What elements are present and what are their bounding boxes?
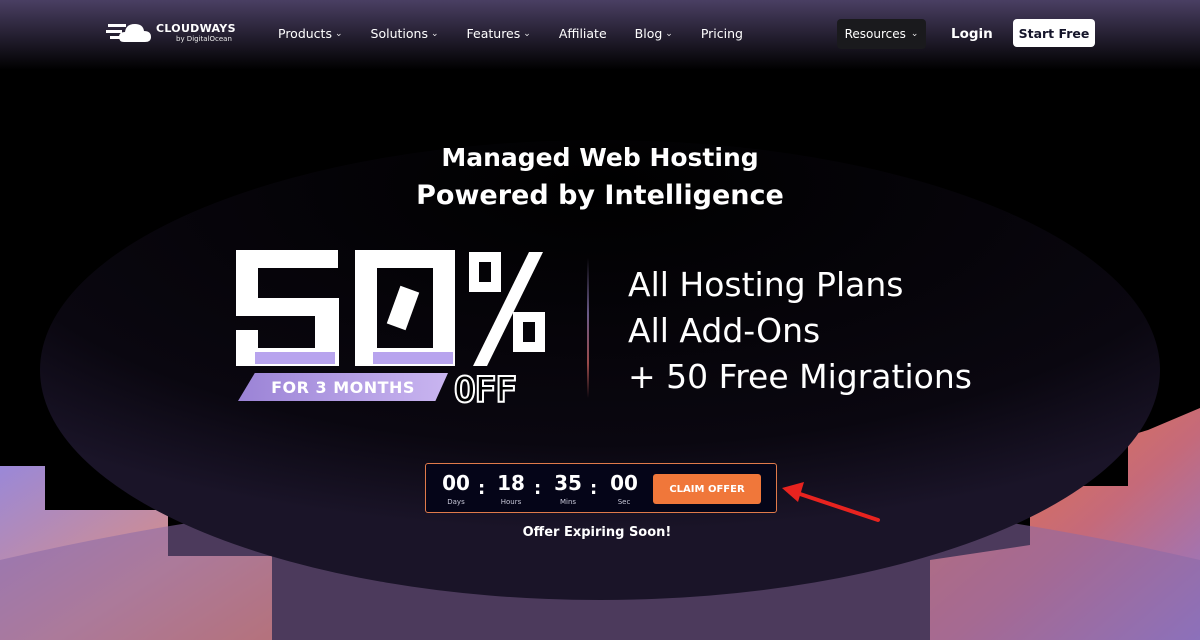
resources-label: Resources — [844, 27, 906, 41]
countdown-separator: : — [534, 478, 542, 499]
claim-offer-button[interactable]: CLAIM OFFER — [653, 474, 761, 504]
countdown-hours: 18 Hours — [497, 471, 525, 506]
hero-divider — [587, 258, 589, 398]
feature-item: All Add-Ons — [628, 311, 821, 350]
countdown-mins: 35 Mins — [554, 471, 582, 506]
months-badge: FOR 3 MONTHS — [238, 373, 448, 401]
nav-item-products[interactable]: Products ⌄ — [278, 26, 343, 41]
headline-line-1: Managed Web Hosting — [441, 143, 759, 172]
nav-item-pricing[interactable]: Pricing — [701, 26, 743, 41]
brand-name: CLOUDWAYS — [156, 22, 236, 35]
cloudways-logo[interactable]: CLOUDWAYS by DigitalOcean — [106, 20, 236, 46]
nav-item-blog[interactable]: Blog ⌄ — [635, 26, 673, 41]
chevron-down-icon: ⌄ — [910, 29, 919, 39]
headline-line-2: Powered by Intelligence — [416, 180, 784, 211]
feature-item: All Hosting Plans — [628, 265, 904, 304]
feature-list: All Hosting Plans All Add-Ons + 50 Free … — [628, 262, 972, 400]
countdown-separator: : — [478, 478, 486, 499]
login-link[interactable]: Login — [951, 26, 993, 42]
countdown-days: 00 Days — [442, 471, 470, 506]
chevron-down-icon: ⌄ — [665, 28, 673, 39]
chevron-down-icon: ⌄ — [523, 28, 531, 39]
off-label: OFF — [453, 369, 518, 412]
nav-item-solutions[interactable]: Solutions ⌄ — [371, 26, 439, 41]
red-arrow-icon — [782, 482, 880, 522]
resources-button[interactable]: Resources ⌄ — [837, 19, 926, 49]
brand-sub: by DigitalOcean — [176, 35, 232, 43]
top-navigation: CLOUDWAYS by DigitalOcean Products ⌄ Solu… — [0, 0, 1200, 68]
nav-item-features[interactable]: Features ⌄ — [467, 26, 531, 41]
countdown-separator: : — [590, 478, 598, 499]
countdown-timer: 00 Days : 18 Hours : 35 Mins : 00 Sec CL… — [425, 463, 777, 513]
start-free-button[interactable]: Start Free — [1013, 19, 1095, 47]
cloud-logo-icon — [106, 24, 151, 42]
countdown-secs: 00 Sec — [610, 471, 638, 506]
hero-headline: Managed Web Hosting Powered by Intellige… — [0, 140, 1200, 216]
hero-background — [0, 0, 1200, 640]
nav-links: Products ⌄ Solutions ⌄ Features ⌄ Affiliate… — [278, 26, 771, 41]
offer-expiring-text: Offer Expiring Soon! — [522, 525, 672, 540]
nav-item-affiliate[interactable]: Affiliate — [559, 26, 607, 41]
feature-item: + 50 Free Migrations — [628, 357, 972, 396]
chevron-down-icon: ⌄ — [334, 28, 343, 39]
chevron-down-icon: ⌄ — [430, 28, 439, 39]
